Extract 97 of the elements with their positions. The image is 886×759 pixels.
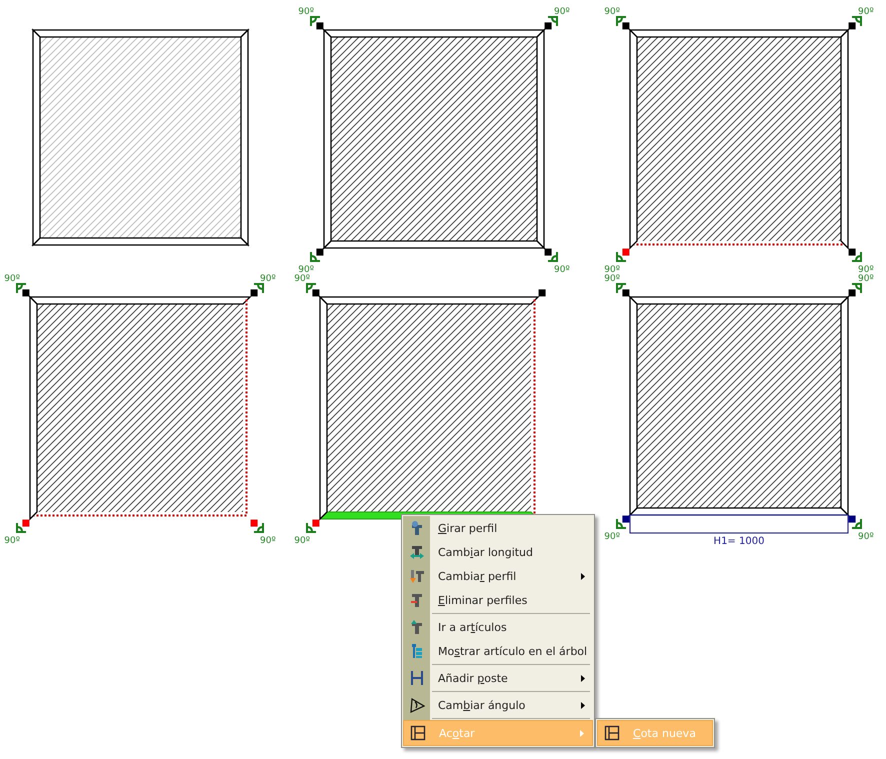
angle-mark-icon bbox=[306, 283, 317, 294]
profile-icon bbox=[408, 568, 424, 584]
frame-profile[interactable] bbox=[319, 295, 328, 521]
angle-mark-icon bbox=[253, 522, 264, 533]
corner-handle[interactable] bbox=[316, 248, 324, 256]
angle-label: 90º bbox=[260, 536, 276, 546]
corner-handle[interactable] bbox=[544, 248, 552, 256]
corner-handle[interactable] bbox=[848, 289, 856, 296]
frame-profile[interactable] bbox=[322, 29, 546, 38]
frame-profile[interactable] bbox=[536, 28, 545, 250]
dimension-icon bbox=[604, 725, 620, 741]
angle-mark-icon bbox=[253, 283, 264, 294]
angle-mark-icon bbox=[616, 283, 627, 294]
menu-item[interactable]: Girar perfil bbox=[403, 516, 593, 540]
corner-handle[interactable] bbox=[250, 520, 258, 527]
frame-profile[interactable] bbox=[32, 28, 41, 247]
angle-label: 90º bbox=[858, 532, 874, 542]
angle-label: 90º bbox=[294, 536, 310, 546]
angle-mark-icon bbox=[616, 251, 627, 262]
angle-mark-icon bbox=[16, 522, 27, 533]
corner-handle[interactable] bbox=[22, 289, 30, 296]
corner-handle[interactable] bbox=[250, 289, 258, 296]
frame-profile[interactable] bbox=[240, 28, 249, 247]
frame-profile[interactable] bbox=[629, 28, 638, 250]
menu-item[interactable]: Cambiar ángulo bbox=[403, 693, 593, 717]
frame-profile[interactable] bbox=[840, 295, 849, 517]
profile-icon bbox=[408, 592, 424, 608]
menu-item[interactable]: Ir a artículos bbox=[403, 615, 593, 639]
menu-item[interactable]: Añadir poste bbox=[403, 666, 593, 690]
angle-label: 90º bbox=[260, 274, 276, 284]
angle-label: 90º bbox=[858, 274, 874, 284]
dimension-icon bbox=[410, 725, 426, 741]
corner-handle[interactable] bbox=[22, 520, 30, 527]
angle-mark-icon bbox=[851, 251, 862, 262]
frame-profile[interactable] bbox=[28, 296, 252, 305]
angle-label: 90º bbox=[4, 274, 20, 284]
removed-edge[interactable] bbox=[534, 300, 536, 514]
corner-handle[interactable] bbox=[312, 289, 320, 296]
corner-handle[interactable] bbox=[622, 289, 630, 296]
angle-mark-icon bbox=[616, 518, 627, 529]
angle-label: 90º bbox=[298, 7, 314, 17]
angle-icon bbox=[408, 697, 424, 713]
angle-mark-icon bbox=[16, 283, 27, 294]
angle-label: 90º bbox=[4, 536, 20, 546]
menu-item[interactable]: Mostrar artículo en el árbol bbox=[403, 639, 593, 663]
angle-mark-icon bbox=[306, 522, 317, 533]
angle-label: 90º bbox=[858, 7, 874, 17]
angle-label: 90º bbox=[298, 265, 314, 275]
angle-mark-icon bbox=[851, 283, 862, 294]
angle-label: 90º bbox=[554, 7, 570, 17]
frame-profile[interactable] bbox=[628, 29, 850, 38]
submenu-arrow-icon bbox=[581, 572, 585, 580]
submenu-arrow-icon bbox=[580, 730, 584, 736]
frame-profile[interactable] bbox=[628, 507, 850, 516]
angle-mark-icon bbox=[547, 251, 558, 262]
corner-handle[interactable] bbox=[312, 520, 320, 527]
corner-handle[interactable] bbox=[848, 248, 856, 256]
corner-handle[interactable] bbox=[544, 22, 552, 30]
menu-item[interactable]: Eliminar perfiles bbox=[403, 588, 593, 612]
angle-mark-icon bbox=[310, 16, 321, 27]
submenu-arrow-icon bbox=[581, 702, 585, 708]
corner-handle[interactable] bbox=[622, 22, 630, 30]
frame-profile[interactable] bbox=[31, 237, 250, 246]
angle-label: 90º bbox=[604, 7, 620, 17]
profile-icon bbox=[408, 544, 424, 560]
angle-label: 90º bbox=[554, 265, 570, 275]
frame-profile[interactable] bbox=[322, 240, 546, 249]
corner-handle[interactable] bbox=[538, 289, 546, 296]
frame-profile[interactable] bbox=[323, 28, 332, 250]
frame-profile[interactable] bbox=[31, 29, 250, 38]
corner-handle[interactable] bbox=[848, 516, 856, 523]
angle-mark-icon bbox=[547, 16, 558, 27]
corner-handle[interactable] bbox=[848, 22, 856, 30]
frame-profile[interactable] bbox=[318, 296, 540, 305]
angle-label: 90º bbox=[604, 265, 620, 275]
angle-label: 90º bbox=[604, 532, 620, 542]
menu-item[interactable]: Cambiar longitud bbox=[403, 540, 593, 564]
menu-item[interactable]: Cambiar perfil bbox=[403, 564, 593, 588]
post-icon bbox=[408, 670, 424, 686]
angle-label: 90º bbox=[604, 274, 620, 284]
angle-label: 90º bbox=[294, 274, 310, 284]
angle-mark-icon bbox=[616, 16, 627, 27]
profile-icon bbox=[408, 619, 424, 635]
corner-handle[interactable] bbox=[622, 248, 630, 256]
frame-profile[interactable] bbox=[840, 28, 849, 250]
angle-mark-icon bbox=[851, 518, 862, 529]
corner-handle[interactable] bbox=[622, 516, 630, 523]
angle-mark-icon bbox=[851, 16, 862, 27]
frame-profile[interactable] bbox=[628, 296, 850, 305]
removed-edge[interactable] bbox=[246, 300, 248, 514]
frame-profile[interactable] bbox=[29, 295, 38, 521]
angle-label: 90º bbox=[858, 265, 874, 275]
submenu-arrow-icon bbox=[581, 674, 585, 682]
angle-mark-icon bbox=[310, 251, 321, 262]
corner-handle[interactable] bbox=[316, 22, 324, 30]
dimension-label: H1= 1000 bbox=[714, 536, 764, 547]
frame-profile[interactable] bbox=[629, 295, 638, 517]
